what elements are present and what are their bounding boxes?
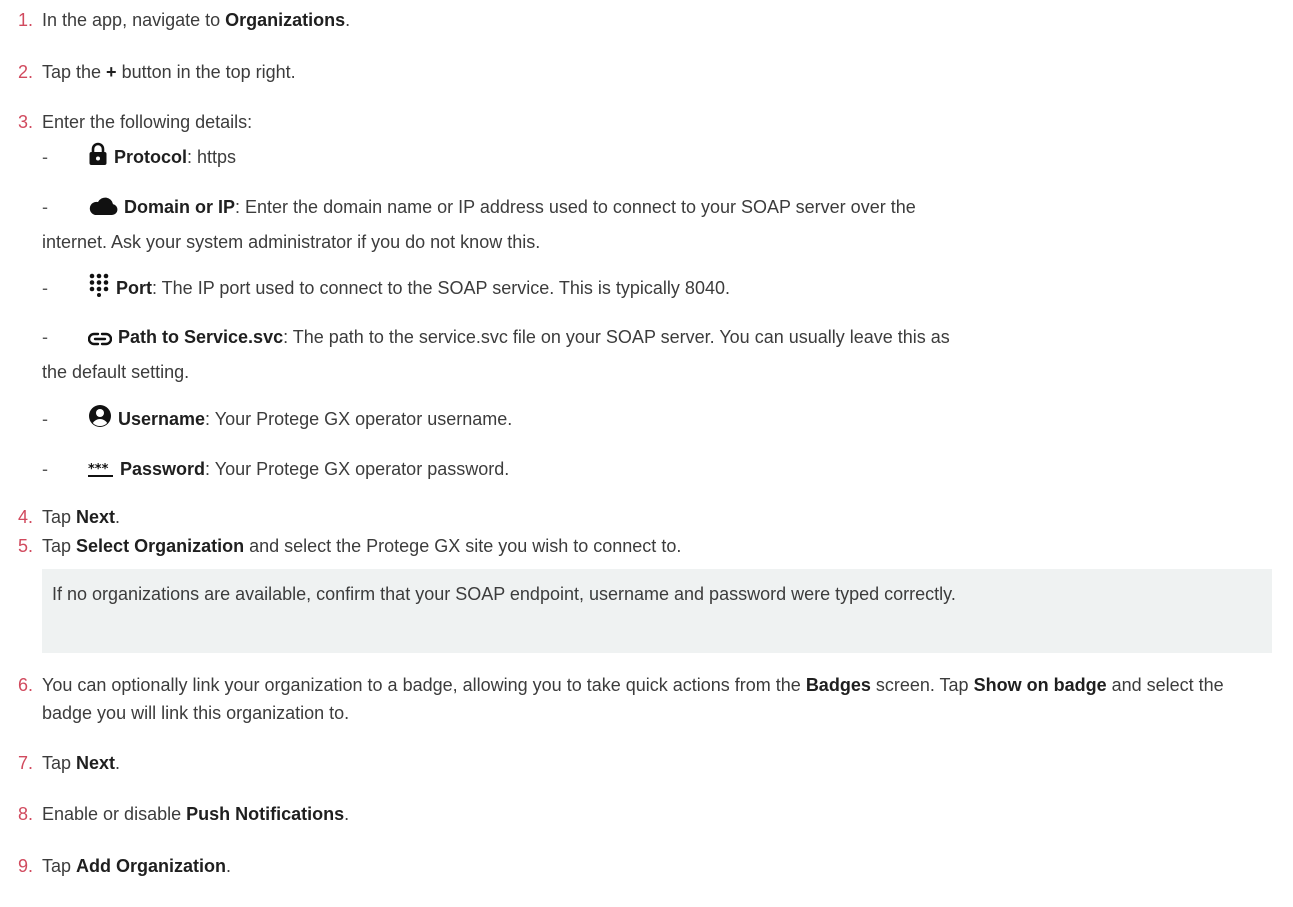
svg-text:***: *** — [88, 462, 109, 477]
detail-label: Port — [116, 278, 152, 298]
list-dash: - — [42, 459, 48, 479]
note-box: If no organizations are available, confi… — [42, 569, 1272, 653]
step-text: . — [345, 10, 351, 30]
detail-username: - Username: Your Protege GX operator use… — [42, 403, 1282, 438]
detail-label: Path to Service.svc — [118, 327, 284, 347]
step-text: Tap — [42, 753, 77, 773]
detail-label: Protocol — [114, 147, 188, 167]
detail-text-continued: internet. Ask your system administrator … — [42, 232, 541, 252]
step-number: 9. — [18, 856, 34, 876]
step-bold: Push Notifications — [186, 804, 345, 824]
step-text: Tap — [42, 536, 77, 556]
detail-text: : The path to the service.svc file on yo… — [283, 327, 950, 347]
lock-icon — [88, 142, 108, 176]
password-icon: *** — [88, 456, 114, 488]
detail-password: - *** Password: Your Protege GX operator… — [42, 453, 1282, 488]
step-bold: Badges — [805, 675, 871, 695]
step-7: 7. Tap Next. — [18, 749, 120, 777]
detail-port: - Port: The IP port used to connect to t… — [42, 272, 1282, 307]
detail-label: Username — [118, 409, 206, 429]
step-text: . — [115, 507, 121, 527]
step-text: and select the Protege GX site you wish … — [244, 536, 682, 556]
step-text: Enable or disable — [42, 804, 187, 824]
step-text: Enter the following details: — [42, 112, 253, 132]
user-circle-icon — [88, 404, 112, 438]
step-6: 6. You can optionally link your organiza… — [18, 671, 1258, 727]
list-dash: - — [42, 409, 48, 429]
step-1: 1. In the app, navigate to Organizations. — [18, 6, 350, 34]
detail-label: Password — [120, 459, 206, 479]
step-9: 9. Tap Add Organization. — [18, 852, 231, 880]
list-dash: - — [42, 197, 48, 217]
list-dash: - — [42, 147, 48, 167]
keypad-icon — [88, 273, 110, 307]
step-text: Tap — [42, 856, 77, 876]
step-text: button in the top right. — [116, 62, 296, 82]
detail-path: - Path to Service.svc: The path to the s… — [42, 321, 1282, 388]
step-text: You can optionally link your organizatio… — [42, 675, 806, 695]
step-text: Tap the — [42, 62, 107, 82]
step-8: 8. Enable or disable Push Notifications. — [18, 800, 349, 828]
step-bold: Next — [76, 753, 116, 773]
step-number: 1. — [18, 10, 34, 30]
list-dash: - — [42, 327, 48, 347]
step-bold: + — [106, 62, 117, 82]
detail-domain: - Domain or IP: Enter the domain name or… — [42, 191, 1282, 258]
step-number: 8. — [18, 804, 34, 824]
detail-label: Domain or IP — [124, 197, 236, 217]
step-number: 7. — [18, 753, 34, 773]
step-text: screen. Tap — [870, 675, 974, 695]
step-number: 5. — [18, 536, 34, 556]
step-2: 2. Tap the + button in the top right. — [18, 58, 296, 86]
step-text: . — [344, 804, 350, 824]
step-text: Tap — [42, 507, 77, 527]
step-text: . — [115, 753, 121, 773]
step-number: 4. — [18, 507, 34, 527]
step-number: 6. — [18, 675, 34, 695]
step-text: In the app, navigate to — [42, 10, 226, 30]
step-text: . — [226, 856, 232, 876]
detail-text: : https — [187, 147, 237, 167]
step-number: 2. — [18, 62, 34, 82]
step-bold: Next — [76, 507, 116, 527]
step-3: 3. Enter the following details: — [18, 108, 252, 136]
detail-text: : Your Protege GX operator password. — [205, 459, 510, 479]
detail-protocol: - Protocol: https — [42, 141, 1282, 176]
step-number: 3. — [18, 112, 34, 132]
detail-text: : The IP port used to connect to the SOA… — [152, 278, 730, 298]
step-5: 5. Tap Select Organization and select the… — [18, 532, 681, 560]
detail-text: : Your Protege GX operator username. — [205, 409, 513, 429]
note-text: If no organizations are available, confi… — [52, 584, 956, 604]
list-dash: - — [42, 278, 48, 298]
step-4: 4. Tap Next. — [18, 503, 120, 531]
step-bold: Select Organization — [76, 536, 245, 556]
step-bold: Add Organization — [76, 856, 227, 876]
detail-text: : Enter the domain name or IP address us… — [235, 197, 916, 217]
step-bold: Organizations — [225, 10, 346, 30]
cloud-icon — [88, 194, 118, 226]
step-bold: Show on badge — [973, 675, 1107, 695]
detail-text-continued: the default setting. — [42, 362, 190, 382]
link-icon — [87, 324, 113, 356]
